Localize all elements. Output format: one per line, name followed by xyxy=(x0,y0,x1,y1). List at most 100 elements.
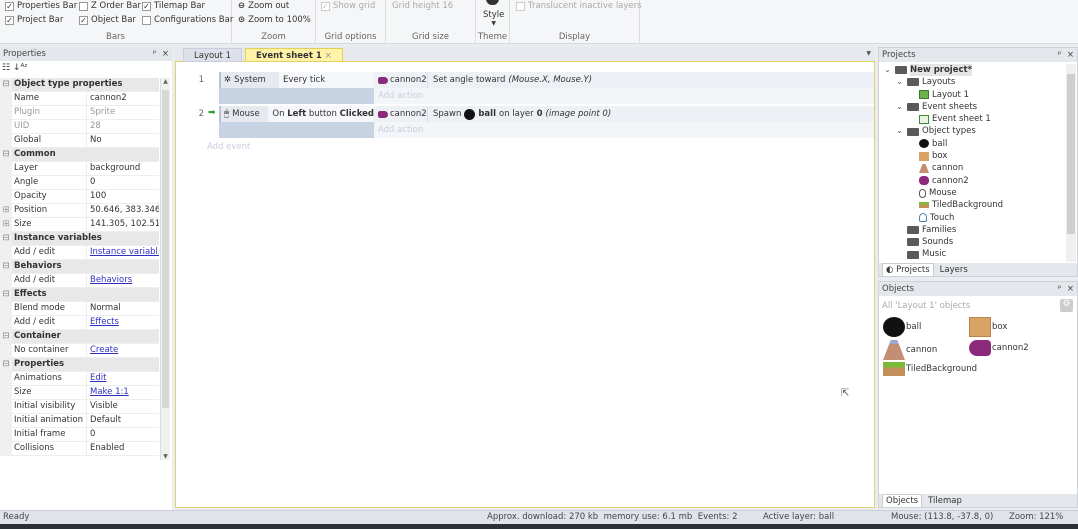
tree-item-new-project[interactable]: ⌄ New project* xyxy=(883,64,1063,77)
property-row[interactable]: Opacity 100 xyxy=(0,190,159,204)
collapse-icon[interactable]: ⊟ xyxy=(0,358,12,371)
z-order-bar-checkbox[interactable]: Z Order Bar xyxy=(79,1,141,11)
collapse-icon[interactable]: ⊟ xyxy=(0,288,12,301)
property-category[interactable]: ⊟ Object type properties xyxy=(0,78,159,92)
add-action-link[interactable]: Add action xyxy=(374,88,874,104)
close-tab-icon[interactable]: × xyxy=(325,51,332,61)
property-value[interactable]: 0 xyxy=(86,428,159,441)
sort-az-icon[interactable]: ↓ᴬᶻ xyxy=(13,63,28,73)
zoom-100-button[interactable]: ⊙ Zoom to 100% xyxy=(238,15,311,25)
property-category[interactable]: ⊟ Behaviors xyxy=(0,260,159,274)
chevron-down-icon[interactable]: ⌄ xyxy=(883,64,892,76)
scroll-thumb[interactable] xyxy=(162,90,169,408)
pin-icon[interactable]: ᵖ xyxy=(1058,50,1062,60)
property-row[interactable]: Size Make 1:1 xyxy=(0,386,159,400)
tab-event-sheet-1[interactable]: Event sheet 1 × xyxy=(245,48,343,62)
grid-height-field[interactable]: Grid height 16 xyxy=(392,1,453,11)
property-row[interactable]: Initial animation Default xyxy=(0,414,159,428)
pin-icon[interactable]: ᵖ xyxy=(1058,284,1062,294)
close-icon[interactable]: × xyxy=(1067,284,1074,294)
property-category[interactable]: ⊟ Instance variables xyxy=(0,232,159,246)
property-category[interactable]: ⊟ Effects xyxy=(0,288,159,302)
tab-tilemap[interactable]: Tilemap xyxy=(925,495,965,507)
property-category[interactable]: ⊟ Properties xyxy=(0,358,159,372)
property-row[interactable]: Initial frame 0 xyxy=(0,428,159,442)
property-value[interactable]: No xyxy=(86,134,159,147)
property-category[interactable]: ⊟ Common xyxy=(0,148,159,162)
tree-item-layouts[interactable]: ⌄ Layouts xyxy=(883,76,1063,88)
tree-item-event-sheets[interactable]: ⌄ Event sheets xyxy=(883,101,1063,113)
tab-list-dropdown-icon[interactable]: ▼ xyxy=(866,50,871,57)
object-cannon[interactable]: cannon xyxy=(883,340,937,360)
tab-layout-1[interactable]: Layout 1 xyxy=(183,48,243,62)
tree-item-cannon[interactable]: cannon xyxy=(883,162,1063,174)
properties-scrollbar[interactable]: ▲ ▼ xyxy=(160,78,170,460)
tree-item-touch[interactable]: Touch xyxy=(883,212,1063,224)
property-value[interactable]: background xyxy=(86,162,159,175)
tab-layers[interactable]: Layers xyxy=(937,264,971,276)
chevron-down-icon[interactable]: ⌄ xyxy=(895,101,904,113)
tab-projects[interactable]: ◐ Projects xyxy=(882,263,934,276)
property-row[interactable]: Global No xyxy=(0,134,159,148)
property-row[interactable]: Add / edit Behaviors xyxy=(0,274,159,288)
zoom-out-button[interactable]: ⊖ Zoom out xyxy=(238,1,289,11)
property-value[interactable]: Normal xyxy=(86,302,159,315)
property-row[interactable]: ⊞ Size 141.305, 102.51 xyxy=(0,218,159,232)
property-value[interactable]: Enabled xyxy=(86,442,159,455)
projects-scrollbar[interactable] xyxy=(1066,64,1076,262)
property-value[interactable]: 100 xyxy=(86,190,159,203)
property-row[interactable]: Add / edit Instance variabl... xyxy=(0,246,159,260)
add-event-link[interactable]: Add event xyxy=(207,142,250,152)
collapse-icon[interactable]: ⊟ xyxy=(0,330,12,343)
categorized-icon[interactable]: ☷ xyxy=(2,63,10,73)
tree-item-tiledbackground[interactable]: TiledBackground xyxy=(883,199,1063,211)
property-value[interactable]: 0 xyxy=(86,176,159,189)
tab-objects[interactable]: Objects xyxy=(882,494,923,507)
property-value[interactable]: cannon2 xyxy=(86,92,159,105)
property-row[interactable]: Blend mode Normal xyxy=(0,302,159,316)
action[interactable]: cannon2 Spawn ball on layer 0 (image point 0) xyxy=(374,106,874,122)
project-bar-checkbox[interactable]: ✓ Project Bar xyxy=(5,15,63,25)
property-row[interactable]: Name cannon2 xyxy=(0,92,159,106)
tilemap-bar-checkbox[interactable]: ✓ Tilemap Bar xyxy=(142,1,205,11)
tree-item-layout-1[interactable]: Layout 1 xyxy=(883,89,1063,101)
object-bar-checkbox[interactable]: ✓ Object Bar xyxy=(79,15,136,25)
property-row[interactable]: Add / edit Effects xyxy=(0,316,159,330)
condition[interactable]: 🖱 Mouse On Left button Clicked xyxy=(219,106,374,122)
property-row[interactable]: Angle 0 xyxy=(0,176,159,190)
tree-item-music[interactable]: Music xyxy=(883,248,1063,260)
expand-icon[interactable]: ⊞ xyxy=(0,218,12,231)
object-box[interactable]: box xyxy=(969,317,1007,337)
property-row[interactable]: Plugin Sprite xyxy=(0,106,159,120)
tree-item-sounds[interactable]: Sounds xyxy=(883,236,1063,248)
property-row[interactable]: ⊞ Position 50.646, 383.346 xyxy=(0,204,159,218)
property-link[interactable]: Effects xyxy=(86,316,159,329)
tree-item-box[interactable]: box xyxy=(883,150,1063,162)
style-button[interactable]: Style ▼ xyxy=(483,10,504,27)
object-tiledbackground[interactable]: TiledBackground xyxy=(883,362,977,376)
property-row[interactable]: Animations Edit xyxy=(0,372,159,386)
tree-item-ball[interactable]: ball xyxy=(883,138,1063,150)
property-value[interactable]: 141.305, 102.51 xyxy=(86,218,159,231)
property-row[interactable]: Initial visibility Visible xyxy=(0,400,159,414)
tree-item-mouse[interactable]: Mouse xyxy=(883,187,1063,199)
expand-icon[interactable]: ⊞ xyxy=(0,204,12,217)
property-link[interactable]: Instance variabl... xyxy=(86,246,159,259)
collapse-icon[interactable]: ⊟ xyxy=(0,232,12,245)
show-grid-checkbox[interactable]: ✓ Show grid xyxy=(321,1,375,11)
property-link[interactable]: Edit xyxy=(86,372,159,385)
filter-settings-icon[interactable]: ⚙ xyxy=(1060,299,1073,312)
property-row[interactable]: Collisions Enabled xyxy=(0,442,159,456)
property-link[interactable]: Create xyxy=(86,344,159,357)
collapse-icon[interactable]: ⊟ xyxy=(0,148,12,161)
tree-item-cannon2[interactable]: cannon2 xyxy=(883,175,1063,187)
tree-item-families[interactable]: Families xyxy=(883,224,1063,236)
scroll-thumb[interactable] xyxy=(1067,74,1075,234)
objects-filter[interactable]: All 'Layout 1' objects xyxy=(882,301,970,311)
collapse-icon[interactable]: ⊟ xyxy=(0,78,12,91)
property-value[interactable]: Visible xyxy=(86,400,159,413)
tree-item-object-types[interactable]: ⌄ Object types xyxy=(883,125,1063,137)
configurations-bar-checkbox[interactable]: Configurations Bar xyxy=(142,15,233,25)
object-ball[interactable]: ball xyxy=(883,317,921,337)
translucent-layers-checkbox[interactable]: Translucent inactive layers xyxy=(516,1,642,11)
